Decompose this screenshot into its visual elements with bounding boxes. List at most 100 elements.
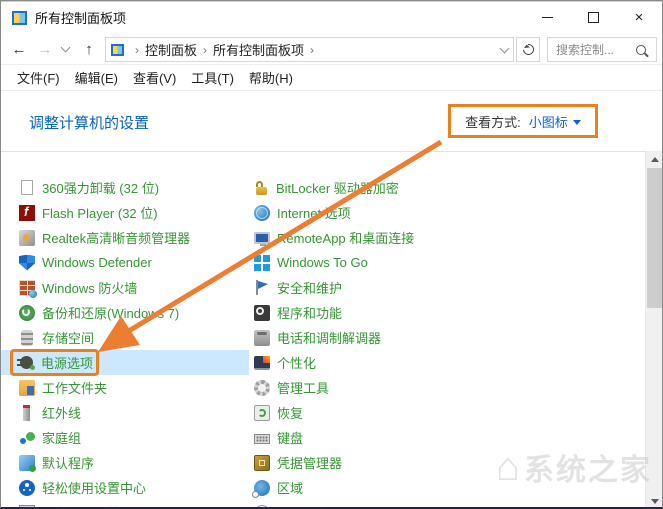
control-panel-item[interactable]: 安全和维护 — [249, 275, 647, 300]
default-programs-icon — [19, 454, 36, 472]
refresh-button[interactable] — [516, 37, 540, 62]
item-label: Windows 防火墙 — [42, 281, 138, 296]
navigation-bar: ← → ↑ › 控制面板 › 所有控制面板项 › — [1, 33, 662, 65]
control-panel-item[interactable]: 存储空间 — [1, 325, 249, 350]
credential-manager-icon — [254, 454, 270, 471]
page-header: 调整计算机的设置 查看方式: 小图标 — [1, 92, 662, 151]
security-flag-icon — [254, 279, 270, 296]
menubar-item[interactable]: 文件(F) — [17, 68, 60, 87]
item-label: 备份和还原(Windows 7) — [42, 306, 180, 321]
bitlocker-lock-icon — [256, 180, 267, 195]
recent-pages-dropdown[interactable] — [57, 33, 73, 65]
item-label: 任务栏和导航 — [42, 503, 120, 507]
up-button[interactable]: ↑ — [77, 33, 101, 65]
control-panel-item[interactable]: 个性化 — [249, 350, 647, 375]
scrollbar-thumb[interactable] — [647, 168, 662, 308]
item-label: Internet 选项 — [277, 206, 351, 221]
control-panel-item[interactable]: 任务栏和导航 — [1, 500, 249, 507]
triangle-up-icon — [650, 157, 659, 162]
control-panel-item[interactable]: 默认程序 — [1, 450, 249, 475]
homegroup-icon — [19, 430, 35, 446]
control-panel-item[interactable]: 程序和功能 — [249, 300, 647, 325]
control-panel-item[interactable]: RemoteApp 和桌面连接 — [249, 225, 647, 250]
menubar-item[interactable]: 编辑(E) — [75, 68, 118, 87]
control-panel-item[interactable]: Windows To Go — [249, 250, 647, 275]
forward-button[interactable]: → — [33, 33, 57, 65]
item-label: 工作文件夹 — [42, 381, 108, 396]
menubar-item[interactable]: 查看(V) — [133, 68, 176, 87]
item-label: 程序和功能 — [277, 306, 343, 321]
infrared-icon — [23, 404, 30, 421]
address-dropdown-button[interactable] — [495, 38, 513, 61]
phone-modem-icon — [254, 329, 270, 346]
control-panel-item[interactable]: 工作文件夹 — [1, 375, 249, 400]
item-label: BitLocker 驱动器加密 — [276, 181, 399, 196]
item-label: Windows To Go — [277, 255, 368, 270]
search-input[interactable] — [548, 42, 634, 57]
item-label: 键盘 — [277, 431, 304, 446]
view-mode-label: 查看方式: — [465, 114, 521, 130]
back-button[interactable]: ← — [7, 33, 31, 65]
power-plug-icon — [17, 356, 35, 370]
scroll-down-button[interactable] — [646, 493, 662, 507]
item-label: Flash Player (32 位) — [42, 206, 158, 221]
vertical-scrollbar[interactable] — [645, 151, 662, 507]
control-panel-item[interactable]: 轻松使用设置中心 — [1, 475, 249, 500]
control-panel-item[interactable]: 恢复 — [249, 400, 647, 425]
control-panel-item[interactable]: 360强力卸载 (32 位) — [1, 175, 249, 200]
maximize-button[interactable] — [570, 2, 616, 34]
windows-to-go-icon — [254, 254, 270, 271]
control-panel-item[interactable]: 家庭组 — [1, 425, 249, 450]
breadcrumb-item-all-items[interactable]: 所有控制面板项 — [213, 40, 304, 59]
internet-globe-icon — [254, 204, 270, 221]
breadcrumb-chevron-icon[interactable]: › — [203, 43, 207, 57]
control-panel-item[interactable]: Windows Defender — [1, 250, 249, 275]
control-panel-item[interactable]: Windows 防火墙 — [1, 275, 249, 300]
menubar-item[interactable]: 帮助(H) — [249, 68, 293, 87]
address-bar[interactable]: › 控制面板 › 所有控制面板项 › — [105, 37, 514, 62]
close-button[interactable]: × — [616, 2, 662, 34]
item-label: 默认程序 — [42, 456, 95, 471]
view-mode-dropdown[interactable]: 小图标 — [529, 112, 581, 131]
minimize-button[interactable] — [524, 2, 570, 34]
chevron-down-icon — [572, 119, 581, 125]
item-label: Realtek高清晰音频管理器 — [42, 231, 191, 246]
scroll-up-button[interactable] — [646, 151, 662, 168]
close-icon: × — [634, 9, 644, 26]
control-panel-item[interactable]: 区域 — [249, 475, 647, 500]
control-panel-item[interactable]: 键盘 — [249, 425, 647, 450]
control-panel-item[interactable]: 红外线 — [1, 400, 249, 425]
programs-disc-icon — [254, 304, 270, 321]
item-label: RemoteApp 和桌面连接 — [277, 231, 415, 246]
chevron-down-icon — [499, 43, 509, 53]
datetime-clock-icon — [254, 504, 270, 507]
item-label: 个性化 — [277, 356, 317, 371]
backup-restore-icon — [19, 304, 35, 321]
control-panel-item[interactable]: 日期和时间 — [249, 500, 647, 507]
control-panel-item[interactable]: 凭据管理器 — [249, 450, 647, 475]
control-panel-item[interactable]: Flash Player (32 位) — [1, 200, 249, 225]
control-panel-item[interactable]: BitLocker 驱动器加密 — [249, 175, 647, 200]
search-box — [547, 37, 657, 62]
defender-shield-icon — [19, 254, 35, 271]
taskbar-icon — [19, 504, 35, 507]
item-label: Windows Defender — [42, 255, 152, 270]
triangle-down-icon — [650, 499, 659, 504]
control-panel-item[interactable]: 备份和还原(Windows 7) — [1, 300, 249, 325]
breadcrumb-chevron-icon[interactable]: › — [310, 43, 314, 57]
breadcrumb-item-control-panel[interactable]: 控制面板 — [145, 40, 197, 59]
control-panel-item[interactable]: 电源选项 — [1, 349, 249, 376]
control-panel-item[interactable]: Internet 选项 — [249, 200, 647, 225]
recovery-icon — [254, 404, 270, 421]
control-panel-item[interactable]: 电话和调制解调器 — [249, 325, 647, 350]
control-panel-item[interactable]: 管理工具 — [249, 375, 647, 400]
keyboard-icon — [254, 434, 270, 444]
view-mode-value: 小图标 — [528, 114, 568, 130]
minimize-icon — [541, 17, 553, 18]
control-panel-item[interactable]: Realtek高清晰音频管理器 — [1, 225, 249, 250]
item-label: 电源选项 — [41, 356, 94, 371]
personalization-icon — [254, 356, 270, 370]
menubar-item[interactable]: 工具(T) — [191, 68, 234, 87]
work-folders-icon — [19, 379, 35, 396]
page-title: 调整计算机的设置 — [29, 115, 150, 132]
